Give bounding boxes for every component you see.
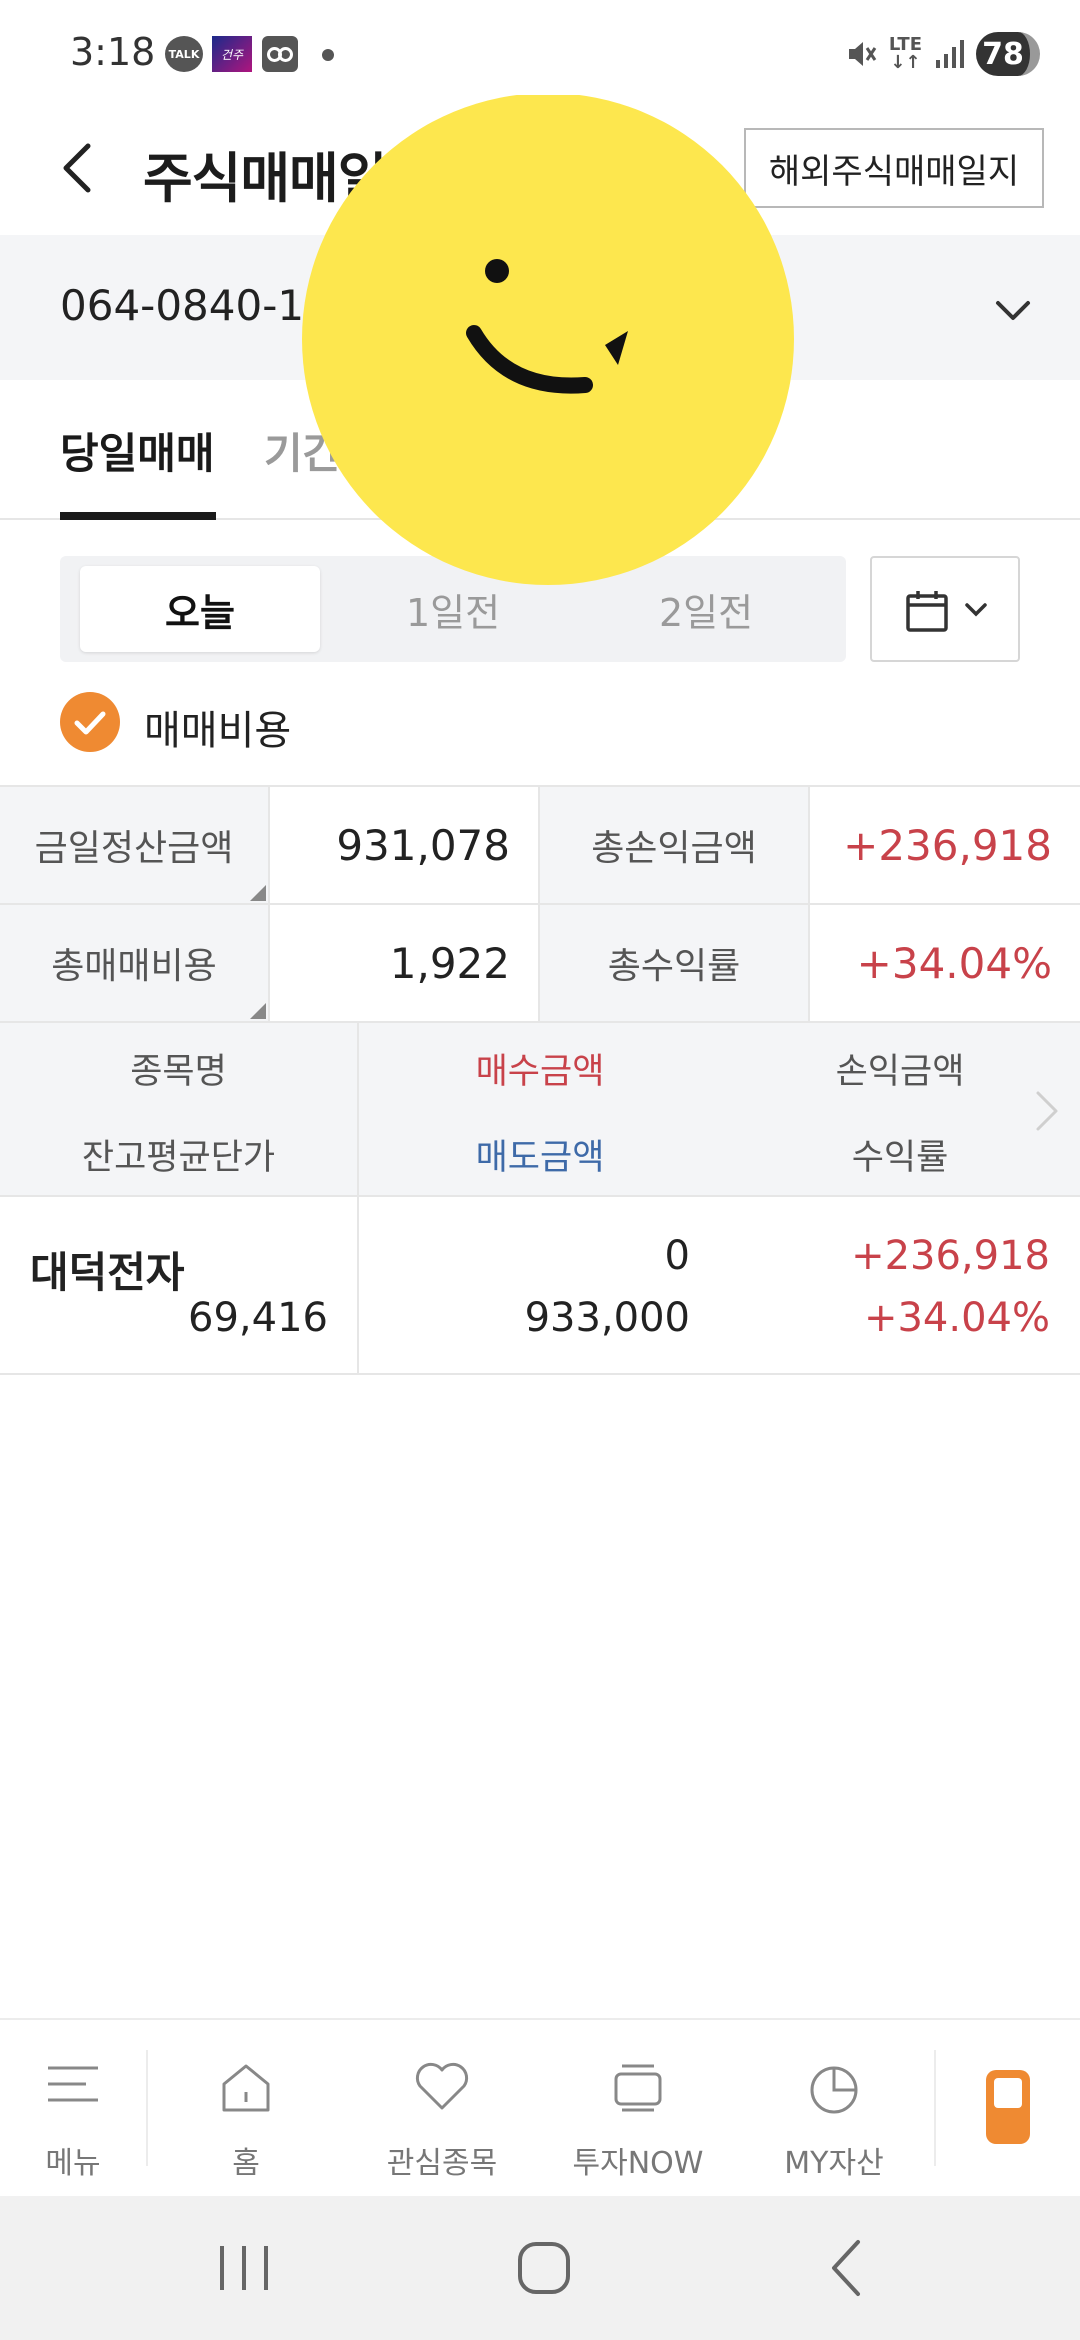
nav-home[interactable]: 홈 xyxy=(148,2020,344,2196)
nav-my-assets[interactable]: MY자산 xyxy=(736,2020,932,2196)
tab-today-trades[interactable]: 당일매매 xyxy=(60,420,215,481)
avg-price-value: 69,416 xyxy=(188,1295,328,1341)
menu-icon xyxy=(48,2066,98,2102)
winking-face-sticker[interactable] xyxy=(300,95,796,585)
status-time: 3:18 xyxy=(70,30,156,74)
more-notifications-dot xyxy=(322,49,334,61)
day-option-today[interactable]: 오늘 xyxy=(80,566,320,652)
battery-icon: 78 xyxy=(976,32,1040,76)
pie-chart-icon xyxy=(810,2066,858,2114)
header-avg-price: 잔고평균단가 xyxy=(81,1138,276,1178)
signal-icon xyxy=(936,40,964,68)
header-stock-name: 종목명 xyxy=(130,1052,227,1092)
nav-invest-now[interactable]: 투자NOW xyxy=(540,2020,736,2196)
info-corner-icon xyxy=(250,885,266,901)
bottom-navigation: 메뉴 홈 관심종목 투자NOW MY자산 xyxy=(0,2018,1080,2196)
total-fee-value: 1,922 xyxy=(270,905,540,1023)
sell-amount-value: 933,000 xyxy=(524,1295,690,1341)
header-pnl-amount: 손익금액 xyxy=(835,1052,965,1092)
app-notification-icon: 건주 xyxy=(212,36,252,72)
nav-menu[interactable]: 메뉴 xyxy=(0,2020,146,2196)
table-row[interactable]: 대덕전자 69,416 0 933,000 +236,918 +34.04% xyxy=(0,1197,1080,1375)
calendar-picker-button[interactable] xyxy=(870,556,1020,662)
nav-watchlist[interactable]: 관심종목 xyxy=(344,2020,540,2196)
system-navigation-bar xyxy=(0,2196,1080,2340)
check-icon xyxy=(74,711,106,735)
settle-amount-label[interactable]: 금일정산금액 xyxy=(0,787,270,905)
column-divider xyxy=(357,1197,359,1373)
status-bar: 3:18 TALK 건주 LTE ↓↑ 78 xyxy=(0,0,1080,110)
account-number: 064-0840-15 xyxy=(60,281,331,330)
total-return-label: 총수익률 xyxy=(540,905,810,1023)
trading-fee-label[interactable]: 매매비용 xyxy=(144,698,291,756)
phone-order-icon[interactable] xyxy=(986,2070,1030,2144)
stack-icon xyxy=(614,2064,662,2112)
nav-menu-label: 메뉴 xyxy=(45,2146,101,2181)
header-return-rate: 수익률 xyxy=(851,1138,949,1178)
total-pnl-label: 총손익금액 xyxy=(540,787,810,905)
header-buy-amount: 매수금액 xyxy=(475,1052,605,1092)
nav-invest-now-label: 투자NOW xyxy=(572,2146,704,2181)
back-arrow-icon[interactable] xyxy=(50,138,110,198)
total-fee-label[interactable]: 총매매비용 xyxy=(0,905,270,1023)
system-back-icon[interactable] xyxy=(812,2232,884,2304)
mute-icon xyxy=(848,42,877,66)
voicemail-icon xyxy=(262,36,298,72)
pnl-amount-value: +236,918 xyxy=(851,1233,1050,1279)
nav-watchlist-label: 관심종목 xyxy=(386,2146,498,2181)
nav-home-label: 홈 xyxy=(232,2146,260,2181)
recent-apps-icon[interactable] xyxy=(208,2232,280,2304)
nav-my-assets-label: MY자산 xyxy=(784,2146,884,2181)
stock-name: 대덕전자 xyxy=(30,1248,185,1297)
table-header: 종목명 잔고평균단가 매수금액 매도금액 손익금액 수익률 xyxy=(0,1023,1080,1197)
home-button-icon[interactable] xyxy=(508,2232,580,2304)
home-icon xyxy=(222,2064,270,2112)
lte-icon: LTE ↓↑ xyxy=(888,34,922,73)
calendar-icon xyxy=(906,591,948,632)
trading-fee-checkbox[interactable] xyxy=(60,692,120,752)
return-rate-value: +34.04% xyxy=(863,1295,1050,1341)
chevron-down-icon[interactable] xyxy=(990,287,1036,333)
settle-amount-value: 931,078 xyxy=(270,787,540,905)
chevron-down-icon xyxy=(965,603,987,617)
total-return-value: +34.04% xyxy=(810,905,1080,1023)
active-tab-indicator xyxy=(60,512,216,520)
header-sell-amount: 매도금액 xyxy=(475,1138,605,1178)
nav-separator xyxy=(934,2050,936,2166)
summary-grid: 금일정산금액 931,078 총손익금액 +236,918 총매매비용 1,92… xyxy=(0,785,1080,1023)
total-pnl-value: +236,918 xyxy=(810,787,1080,905)
column-divider xyxy=(357,1023,359,1197)
chevron-right-icon[interactable] xyxy=(1032,1089,1062,1133)
buy-amount-value: 0 xyxy=(664,1233,690,1279)
info-corner-icon xyxy=(250,1003,266,1019)
heart-icon xyxy=(415,2062,469,2110)
kakaotalk-icon: TALK xyxy=(165,36,203,72)
